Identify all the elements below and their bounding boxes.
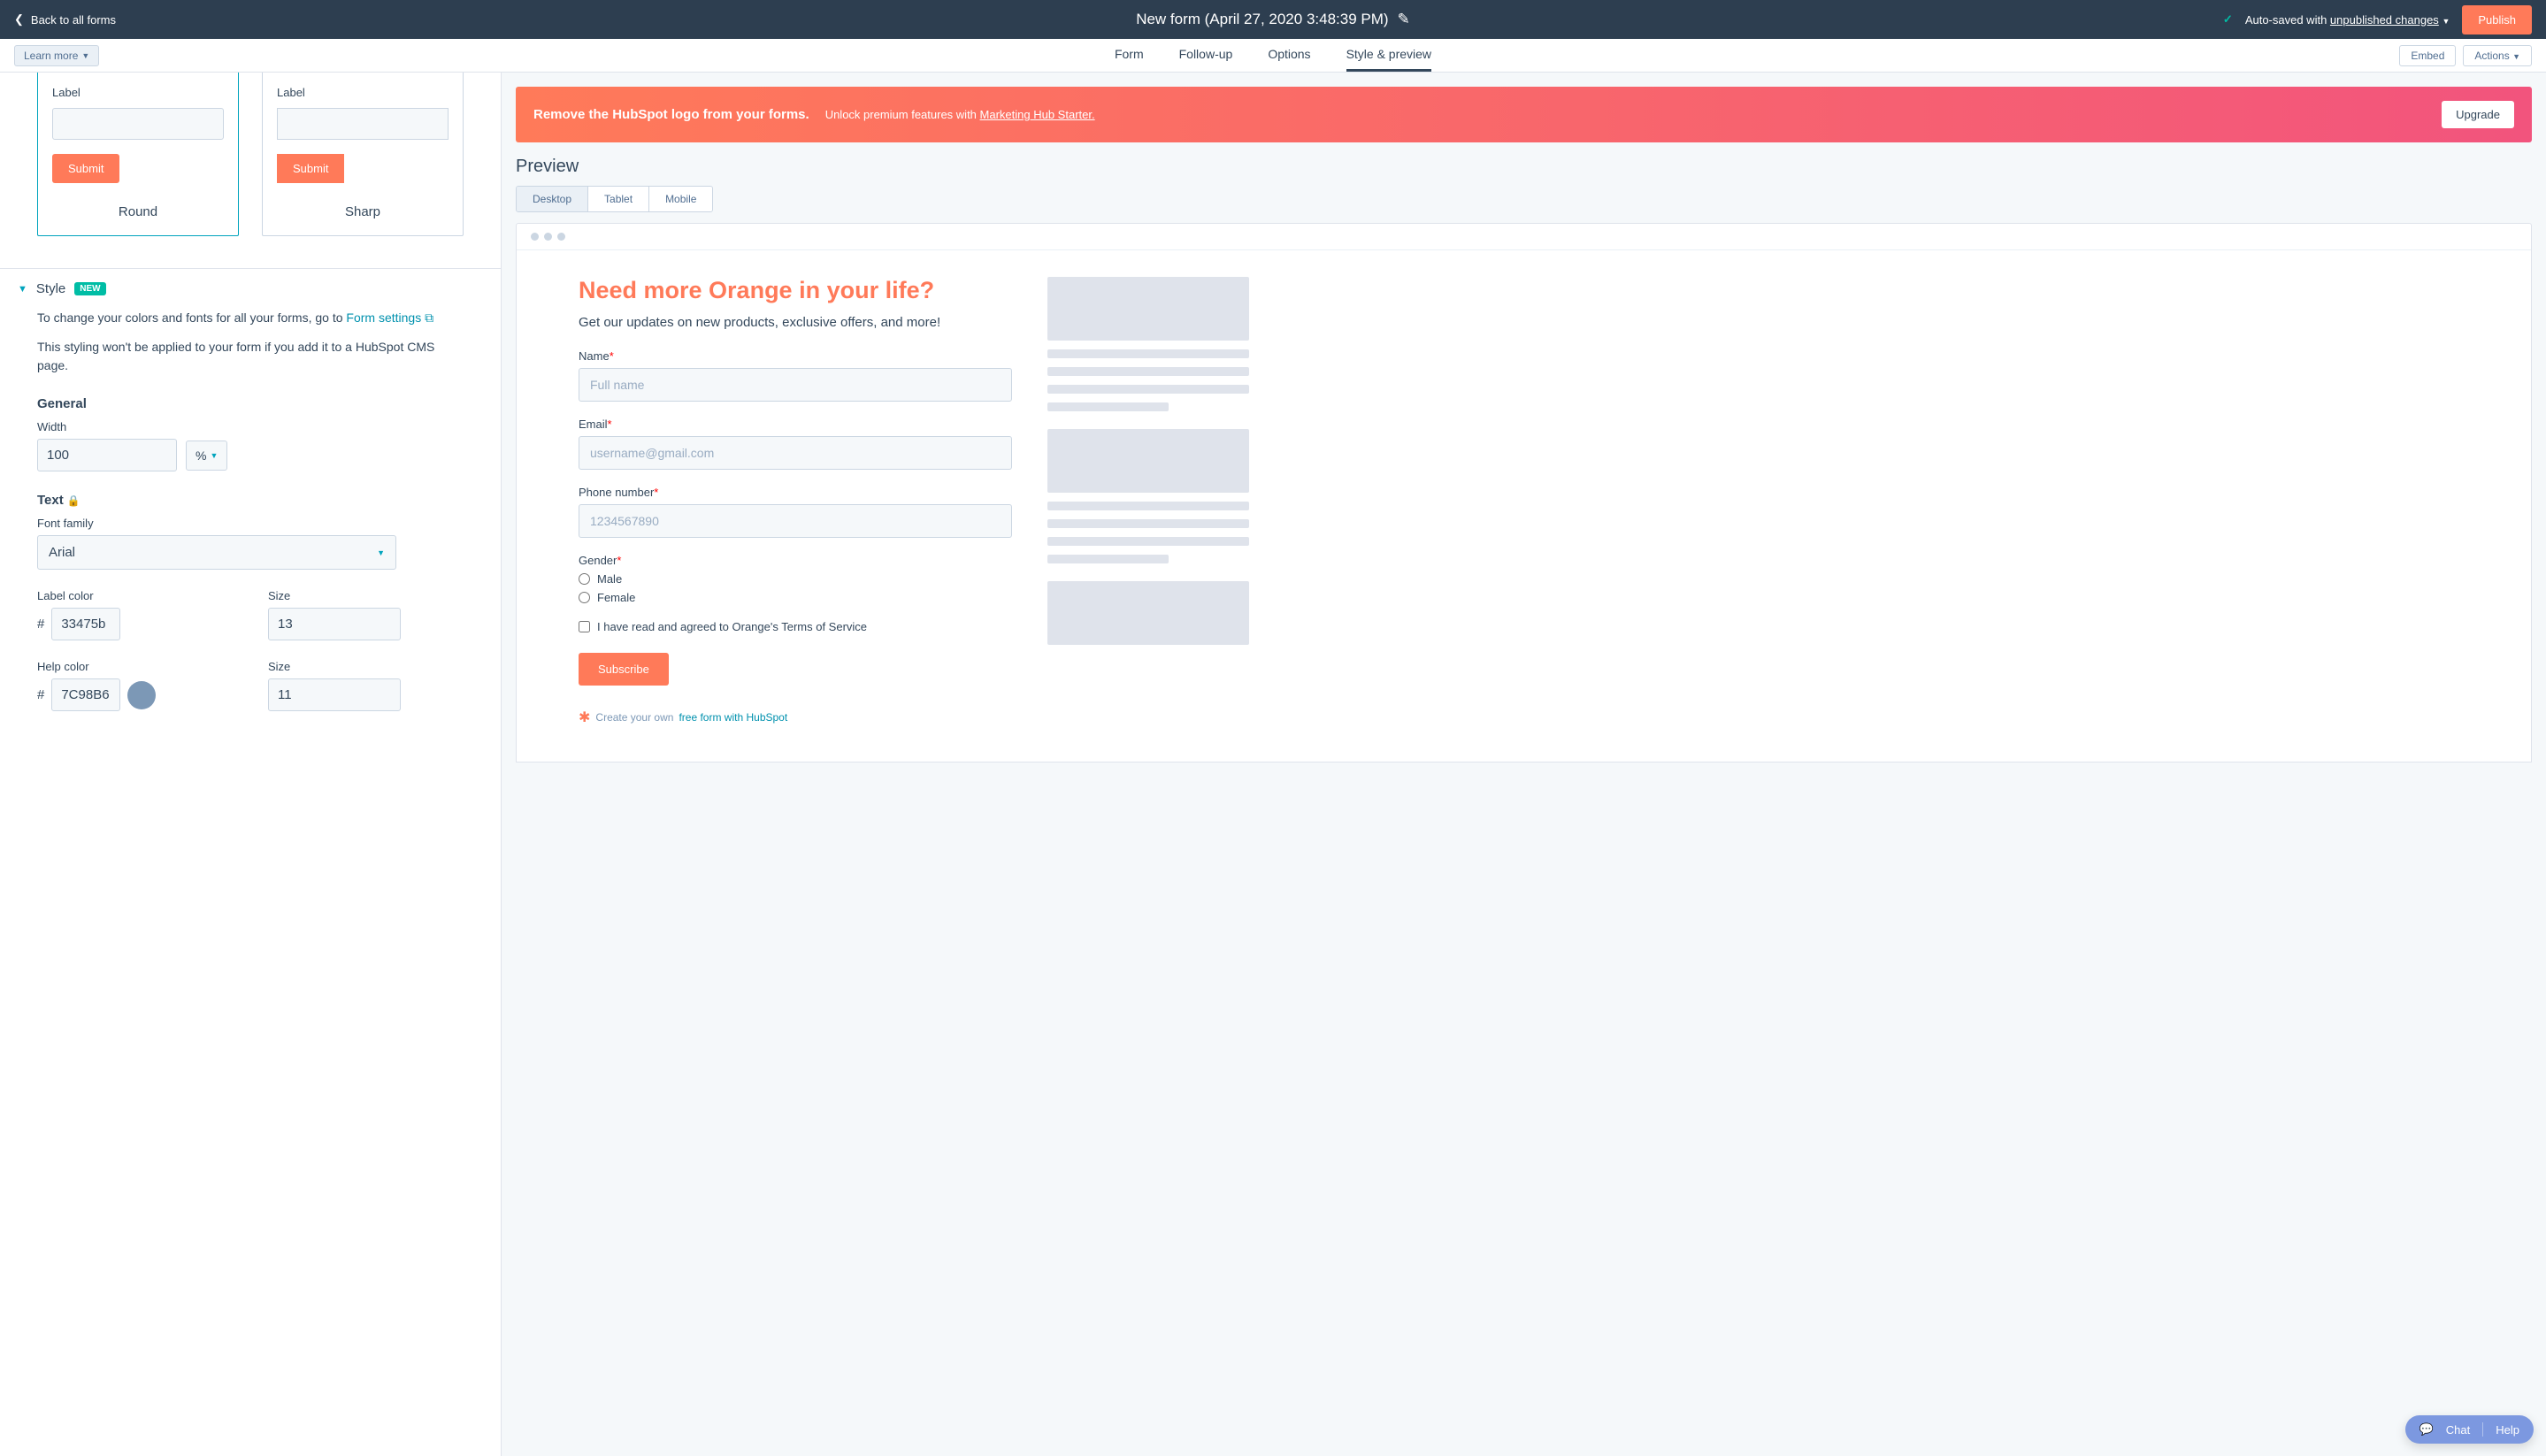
- back-label: Back to all forms: [31, 13, 116, 27]
- tab-style-preview[interactable]: Style & preview: [1346, 39, 1431, 72]
- shape-option-sharp[interactable]: Label Submit Sharp: [262, 73, 464, 236]
- width-unit-select[interactable]: % ▼: [186, 441, 227, 471]
- external-link-icon: ⧉: [425, 310, 433, 325]
- check-icon: ✓: [2223, 12, 2233, 27]
- preview-form-heading: Need more Orange in your life?: [579, 277, 1012, 304]
- embed-button[interactable]: Embed: [2399, 45, 2456, 66]
- device-tab-desktop[interactable]: Desktop: [517, 187, 588, 211]
- help-label[interactable]: Help: [2496, 1423, 2519, 1437]
- hubspot-logo-icon: ✱: [579, 709, 590, 726]
- gender-male-option[interactable]: Male: [579, 572, 1012, 586]
- shape-field-label: Label: [52, 86, 224, 99]
- label-size-input[interactable]: [269, 609, 401, 640]
- caret-down-icon: ▼: [81, 51, 89, 60]
- new-badge: NEW: [74, 282, 105, 295]
- name-field[interactable]: [579, 368, 1012, 402]
- caret-down-icon: ▼: [2442, 17, 2450, 26]
- banner-title: Remove the HubSpot logo from your forms.: [533, 107, 809, 122]
- subsection-general: General: [37, 396, 464, 411]
- device-tab-tablet[interactable]: Tablet: [588, 187, 649, 211]
- chat-label[interactable]: Chat: [2446, 1423, 2470, 1437]
- phone-label: Phone number*: [579, 486, 1012, 499]
- lock-icon: 🔒: [67, 494, 81, 507]
- shape-name-round: Round: [52, 204, 224, 219]
- shape-option-round[interactable]: Label Submit Round: [37, 73, 239, 236]
- banner-subtitle: Unlock premium features with Marketing H…: [825, 108, 1095, 121]
- font-family-label: Font family: [37, 517, 464, 530]
- preview-sidebar-skeleton: [1047, 277, 1249, 726]
- tab-followup[interactable]: Follow-up: [1179, 39, 1233, 72]
- caret-down-icon: ▼: [210, 451, 218, 460]
- upgrade-button[interactable]: Upgrade: [2442, 101, 2514, 128]
- email-field[interactable]: [579, 436, 1012, 470]
- edit-title-icon[interactable]: ✎: [1398, 11, 1410, 28]
- label-color-label: Label color: [37, 589, 233, 602]
- hash-symbol: #: [37, 687, 44, 702]
- help-size-label: Size: [268, 660, 464, 673]
- chat-help-widget[interactable]: 💬 Chat Help: [2405, 1415, 2534, 1444]
- shape-name-sharp: Sharp: [277, 204, 449, 219]
- font-family-select[interactable]: Arial ▼: [37, 535, 396, 570]
- learn-more-dropdown[interactable]: Learn more ▼: [14, 45, 99, 66]
- style-description: To change your colors and fonts for all …: [37, 309, 464, 327]
- label-color-input[interactable]: [51, 608, 120, 640]
- help-color-swatch[interactable]: [127, 681, 156, 709]
- shape-field-label: Label: [277, 86, 449, 99]
- style-note: This styling won't be applied to your fo…: [37, 338, 464, 375]
- free-form-link[interactable]: free form with HubSpot: [679, 711, 787, 724]
- preview-heading: Preview: [502, 157, 2546, 186]
- width-input[interactable]: [38, 440, 177, 471]
- phone-field[interactable]: [579, 504, 1012, 538]
- gender-label: Gender*: [579, 554, 1012, 567]
- label-size-wrap: ▲ ▼: [268, 608, 401, 640]
- subscribe-button[interactable]: Subscribe: [579, 653, 669, 686]
- autosave-status[interactable]: Auto-saved with unpublished changes ▼: [2245, 13, 2450, 27]
- hubspot-credit: ✱ Create your own free form with HubSpot: [579, 709, 1012, 726]
- form-settings-link[interactable]: Form settings ⧉: [346, 310, 433, 325]
- gender-female-option[interactable]: Female: [579, 591, 1012, 604]
- preview-form-sub: Get our updates on new products, exclusi…: [579, 315, 1012, 330]
- width-input-wrap: ▲ ▼: [37, 439, 177, 471]
- label-color-swatch[interactable]: [127, 610, 156, 639]
- shape-sample-input: [277, 108, 449, 140]
- shape-sample-input: [52, 108, 224, 140]
- help-color-input[interactable]: [51, 678, 120, 711]
- subsection-text: Text 🔒: [37, 493, 464, 508]
- publish-button[interactable]: Publish: [2462, 5, 2532, 34]
- name-label: Name*: [579, 349, 1012, 363]
- section-title-style: Style: [36, 281, 65, 296]
- tos-checkbox[interactable]: I have read and agreed to Orange's Terms…: [579, 620, 1012, 633]
- browser-dots: [517, 224, 2531, 250]
- chat-icon: 💬: [2419, 1422, 2434, 1437]
- hash-symbol: #: [37, 617, 44, 632]
- page-title: New form (April 27, 2020 3:48:39 PM): [1136, 11, 1388, 28]
- help-size-input[interactable]: [269, 679, 401, 710]
- shape-sample-submit: Submit: [52, 154, 119, 183]
- help-color-label: Help color: [37, 660, 233, 673]
- caret-down-icon: ▼: [377, 548, 385, 557]
- chevron-left-icon: ❮: [14, 12, 24, 27]
- actions-dropdown[interactable]: Actions ▼: [2463, 45, 2532, 66]
- help-size-wrap: ▲ ▼: [268, 678, 401, 711]
- caret-down-icon: ▼: [2512, 52, 2520, 61]
- label-size-label: Size: [268, 589, 464, 602]
- chevron-down-icon[interactable]: ▼: [18, 284, 27, 295]
- browser-preview-frame: Need more Orange in your life? Get our u…: [516, 223, 2532, 762]
- tab-form[interactable]: Form: [1115, 39, 1144, 72]
- device-tab-mobile[interactable]: Mobile: [649, 187, 712, 211]
- upgrade-banner: Remove the HubSpot logo from your forms.…: [516, 87, 2532, 142]
- tab-options[interactable]: Options: [1268, 39, 1310, 72]
- shape-sample-submit: Submit: [277, 154, 344, 183]
- marketing-hub-link[interactable]: Marketing Hub Starter.: [980, 108, 1095, 121]
- email-label: Email*: [579, 418, 1012, 431]
- width-label: Width: [37, 420, 464, 433]
- back-to-forms[interactable]: ❮ Back to all forms: [14, 12, 116, 27]
